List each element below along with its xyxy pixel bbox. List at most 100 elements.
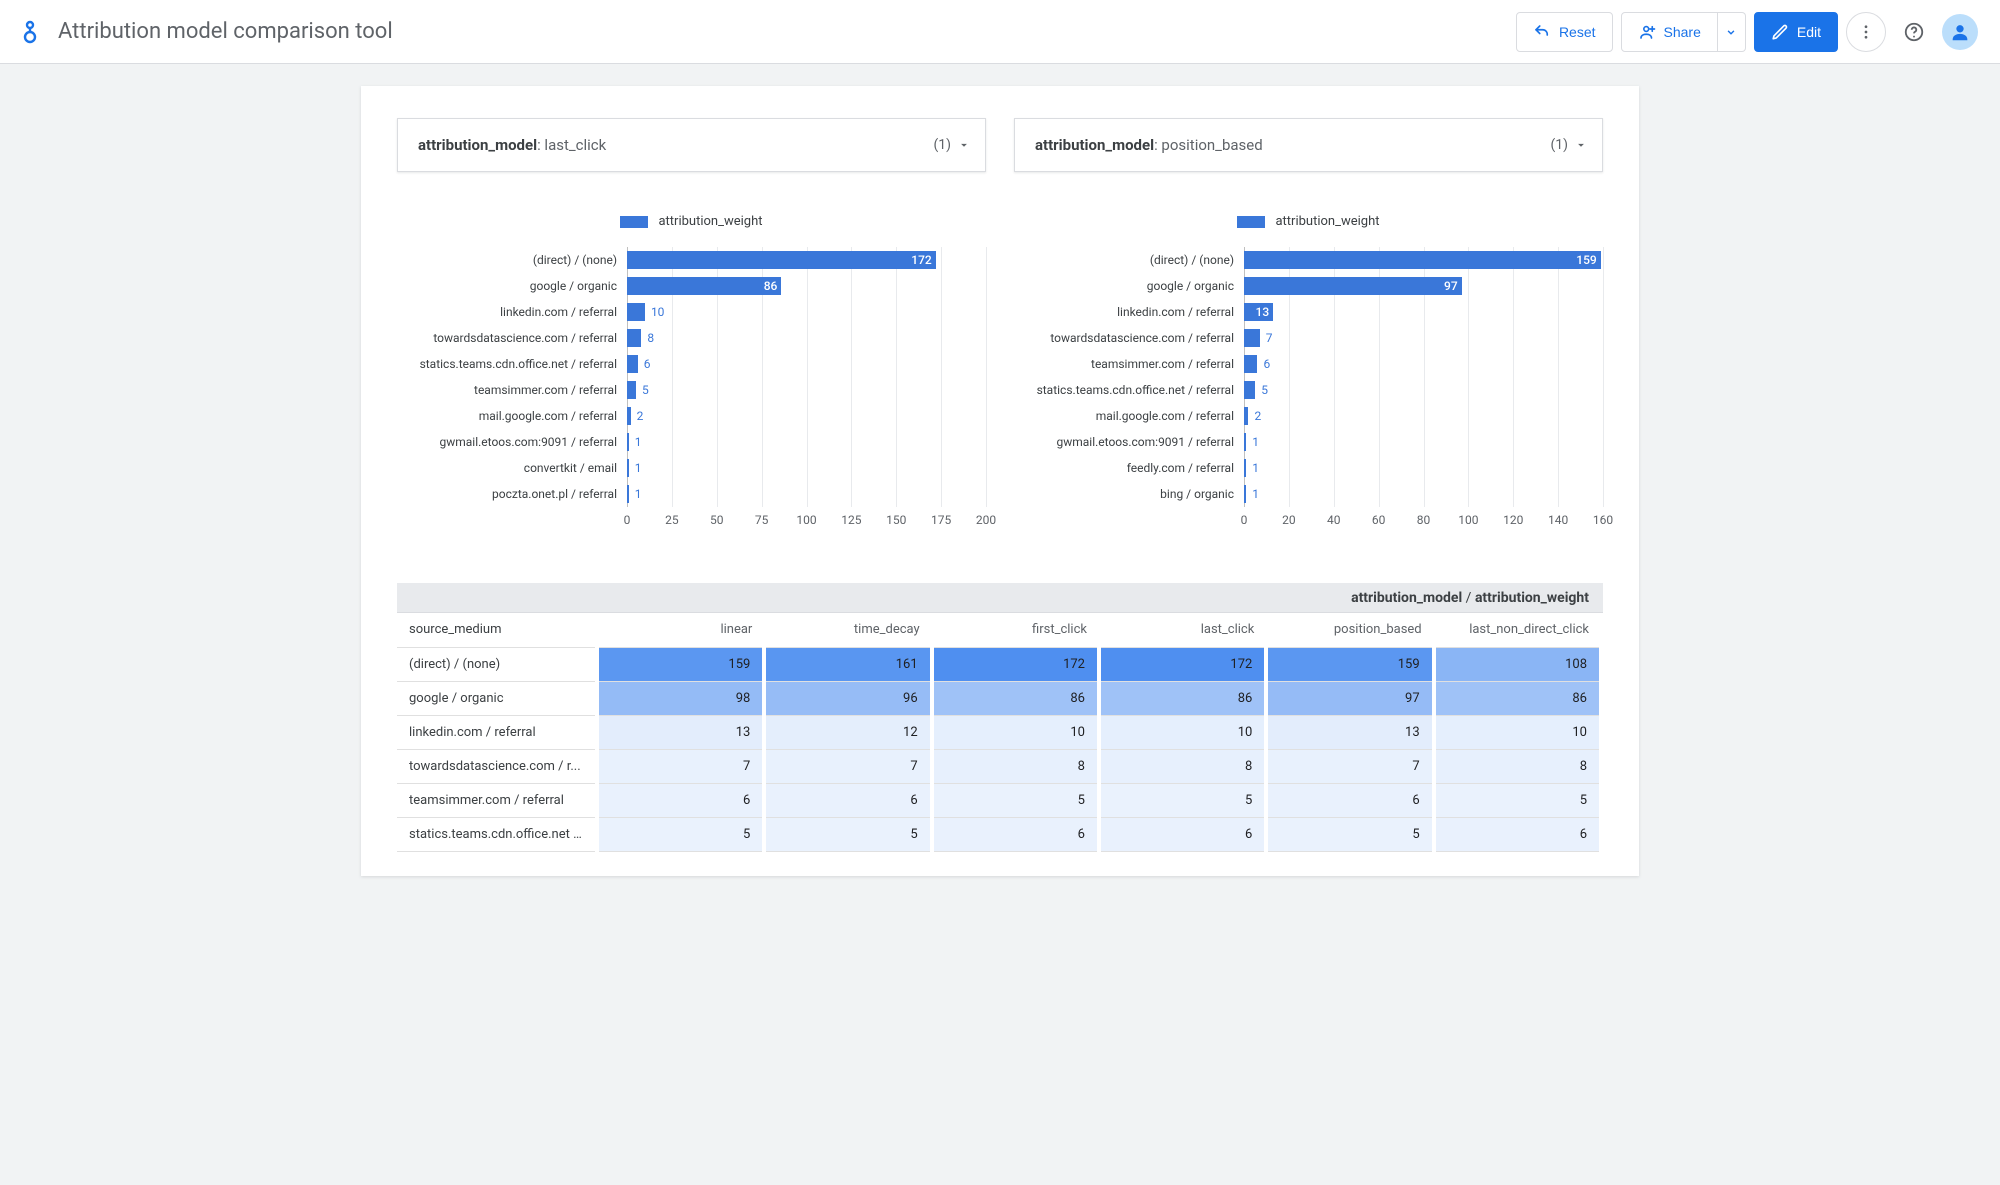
table-cell[interactable]: 10 bbox=[1099, 715, 1266, 749]
chart-legend: attribution_weight bbox=[397, 214, 986, 229]
table-cell[interactable]: 5 bbox=[597, 817, 764, 851]
table-cell[interactable]: 5 bbox=[932, 783, 1099, 817]
bar[interactable]: 159 bbox=[1244, 251, 1601, 269]
table-cell[interactable]: 5 bbox=[1266, 817, 1433, 851]
table-cell[interactable]: 8 bbox=[1099, 749, 1266, 783]
bar[interactable] bbox=[627, 303, 645, 321]
bar[interactable] bbox=[1244, 355, 1257, 373]
table-cell[interactable]: 5 bbox=[764, 817, 931, 851]
table-cell[interactable]: 13 bbox=[1266, 715, 1433, 749]
bar[interactable] bbox=[1244, 433, 1246, 451]
filter-count-right: (1) bbox=[1550, 137, 1568, 153]
bar[interactable] bbox=[1244, 485, 1246, 503]
table-cell[interactable]: 7 bbox=[764, 749, 931, 783]
bar-category-label: google / organic bbox=[397, 273, 627, 299]
table-column-header[interactable]: first_click bbox=[932, 613, 1099, 647]
user-icon bbox=[1949, 21, 1971, 43]
table-cell[interactable]: 97 bbox=[1266, 681, 1433, 715]
x-tick: 200 bbox=[976, 513, 996, 527]
table-cell[interactable]: 12 bbox=[764, 715, 931, 749]
chevron-down-icon bbox=[1724, 25, 1738, 39]
bar[interactable] bbox=[627, 433, 629, 451]
table-cell[interactable]: 6 bbox=[932, 817, 1099, 851]
table-cell[interactable]: 5 bbox=[1099, 783, 1266, 817]
bar[interactable] bbox=[627, 329, 641, 347]
share-label: Share bbox=[1664, 24, 1701, 40]
user-avatar[interactable] bbox=[1942, 14, 1978, 50]
bar-category-label: linkedin.com / referral bbox=[1014, 299, 1244, 325]
table-column-header[interactable]: position_based bbox=[1266, 613, 1433, 647]
table-row-header: source_medium bbox=[397, 613, 597, 647]
table-cell[interactable]: 98 bbox=[597, 681, 764, 715]
table-cell[interactable]: 6 bbox=[764, 783, 931, 817]
table-cell[interactable]: 6 bbox=[1266, 783, 1433, 817]
more-options-button[interactable] bbox=[1846, 12, 1886, 52]
table-row: teamsimmer.com / referral665565 bbox=[397, 783, 1601, 817]
bar[interactable] bbox=[627, 459, 629, 477]
x-tick: 150 bbox=[886, 513, 906, 527]
bar-category-label: feedly.com / referral bbox=[1014, 455, 1244, 481]
table-cell[interactable]: 86 bbox=[932, 681, 1099, 715]
table-row: towardsdatascience.com / r...778878 bbox=[397, 749, 1601, 783]
table-row-label: teamsimmer.com / referral bbox=[397, 783, 597, 817]
table-column-header[interactable]: last_click bbox=[1099, 613, 1266, 647]
table-cell[interactable]: 7 bbox=[597, 749, 764, 783]
table-cell[interactable]: 8 bbox=[932, 749, 1099, 783]
table-cell[interactable]: 8 bbox=[1434, 749, 1601, 783]
filter-count-left: (1) bbox=[933, 137, 951, 153]
bar-category-label: poczta.onet.pl / referral bbox=[397, 481, 627, 507]
table-cell[interactable]: 159 bbox=[597, 647, 764, 681]
table-cell[interactable]: 6 bbox=[597, 783, 764, 817]
bar[interactable] bbox=[1244, 459, 1246, 477]
reset-button[interactable]: Reset bbox=[1516, 12, 1613, 52]
bar[interactable]: 97 bbox=[1244, 277, 1462, 295]
table-cell[interactable]: 10 bbox=[1434, 715, 1601, 749]
table-cell[interactable]: 86 bbox=[1099, 681, 1266, 715]
x-tick: 50 bbox=[710, 513, 724, 527]
bar[interactable] bbox=[627, 381, 636, 399]
table-cell[interactable]: 6 bbox=[1434, 817, 1601, 851]
table-cell[interactable]: 7 bbox=[1266, 749, 1433, 783]
bar[interactable]: 13 bbox=[1244, 303, 1273, 321]
table-cell[interactable]: 161 bbox=[764, 647, 931, 681]
edit-button[interactable]: Edit bbox=[1754, 12, 1838, 52]
legend-label: attribution_weight bbox=[658, 214, 762, 229]
filter-card-right[interactable]: attribution_model: position_based (1) bbox=[1014, 118, 1603, 172]
table-cell[interactable]: 5 bbox=[1434, 783, 1601, 817]
table-column-header[interactable]: last_non_direct_click bbox=[1434, 613, 1601, 647]
table-cell[interactable]: 96 bbox=[764, 681, 931, 715]
table-cell[interactable]: 86 bbox=[1434, 681, 1601, 715]
x-tick: 0 bbox=[1241, 513, 1248, 527]
x-tick: 80 bbox=[1417, 513, 1431, 527]
table-cell[interactable]: 10 bbox=[932, 715, 1099, 749]
bar-category-label: towardsdatascience.com / referral bbox=[1014, 325, 1244, 351]
table-cell[interactable]: 108 bbox=[1434, 647, 1601, 681]
bar[interactable] bbox=[1244, 329, 1260, 347]
table-cell[interactable]: 172 bbox=[1099, 647, 1266, 681]
table-cell[interactable]: 159 bbox=[1266, 647, 1433, 681]
filter-card-left[interactable]: attribution_model: last_click (1) bbox=[397, 118, 986, 172]
bar[interactable] bbox=[627, 407, 631, 425]
table-row-label: statics.teams.cdn.office.net ... bbox=[397, 817, 597, 851]
table-column-header[interactable]: linear bbox=[597, 613, 764, 647]
x-tick: 160 bbox=[1593, 513, 1613, 527]
x-tick: 40 bbox=[1327, 513, 1341, 527]
bar[interactable] bbox=[627, 355, 638, 373]
bar[interactable]: 86 bbox=[627, 277, 781, 295]
bar[interactable] bbox=[1244, 381, 1255, 399]
table-cell[interactable]: 13 bbox=[597, 715, 764, 749]
table-column-header[interactable]: time_decay bbox=[764, 613, 931, 647]
page-title: Attribution model comparison tool bbox=[58, 19, 393, 44]
bar[interactable] bbox=[1244, 407, 1248, 425]
bar[interactable]: 172 bbox=[627, 251, 936, 269]
help-button[interactable] bbox=[1894, 12, 1934, 52]
share-dropdown-button[interactable] bbox=[1718, 12, 1746, 52]
person-add-icon bbox=[1638, 23, 1656, 41]
pivot-table: attribution_model / attribution_weight s… bbox=[397, 583, 1603, 852]
table-cell[interactable]: 172 bbox=[932, 647, 1099, 681]
legend-swatch-icon bbox=[1237, 216, 1265, 228]
filter-value-left: last_click bbox=[544, 136, 606, 154]
table-cell[interactable]: 6 bbox=[1099, 817, 1266, 851]
bar[interactable] bbox=[627, 485, 629, 503]
share-button[interactable]: Share bbox=[1621, 12, 1718, 52]
